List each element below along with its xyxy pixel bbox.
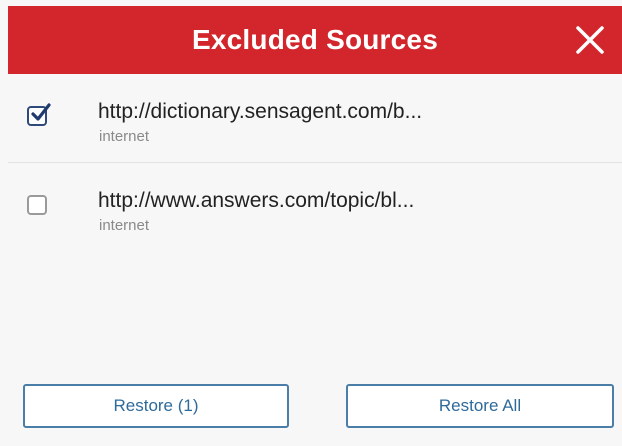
checkmark-icon [31, 103, 51, 121]
source-checkbox-2[interactable] [27, 195, 47, 215]
restore-all-button[interactable]: Restore All [346, 384, 614, 428]
source-list: http://dictionary.sensagent.com/b... int… [8, 74, 622, 251]
excluded-sources-dialog: Excluded Sources http://dictionary.sensa… [0, 0, 622, 446]
source-url[interactable]: http://dictionary.sensagent.com/b... [98, 100, 422, 124]
dialog-header: Excluded Sources [8, 6, 622, 74]
source-type: internet [99, 128, 150, 145]
restore-selected-button[interactable]: Restore (1) [23, 384, 289, 428]
close-button[interactable] [570, 20, 610, 60]
dialog-title: Excluded Sources [192, 24, 438, 55]
source-checkbox-1[interactable] [27, 103, 51, 126]
source-item: http://www.answers.com/topic/bl... inter… [8, 163, 622, 251]
source-url[interactable]: http://www.answers.com/topic/bl... [98, 189, 414, 213]
close-icon [576, 26, 604, 54]
source-type: internet [99, 217, 150, 234]
source-item: http://dictionary.sensagent.com/b... int… [8, 74, 622, 163]
